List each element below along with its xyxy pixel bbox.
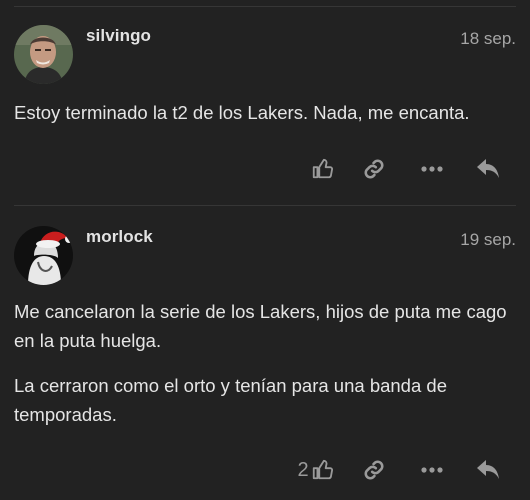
post-actions bbox=[299, 151, 516, 187]
post-morlock: morlock 19 sep. Me cancelaron la serie d… bbox=[0, 205, 530, 500]
username[interactable]: morlock bbox=[86, 227, 153, 247]
more-actions-button[interactable] bbox=[403, 452, 460, 488]
post-paragraph: La cerraron como el orto y tenían para u… bbox=[14, 375, 447, 425]
like-button[interactable] bbox=[299, 151, 345, 187]
more-actions-button[interactable] bbox=[403, 151, 460, 187]
reply-button[interactable] bbox=[460, 151, 516, 187]
man-portrait-avatar bbox=[14, 25, 73, 84]
post-body: Estoy terminado la t2 de los Lakers. Nad… bbox=[14, 98, 508, 127]
reply-button[interactable] bbox=[460, 452, 516, 488]
link-icon bbox=[364, 159, 384, 179]
post-paragraph: Estoy terminado la t2 de los Lakers. Nad… bbox=[14, 102, 470, 123]
post-date[interactable]: 19 sep. bbox=[460, 230, 516, 250]
like-count: 2 bbox=[297, 458, 309, 481]
ellipsis-icon bbox=[420, 166, 443, 172]
like-button[interactable]: 2 bbox=[285, 452, 345, 488]
avatar[interactable] bbox=[14, 226, 73, 285]
thumbs-up-icon bbox=[312, 158, 333, 179]
username[interactable]: silvingo bbox=[86, 26, 151, 46]
reply-arrow-icon bbox=[477, 159, 499, 178]
post-date[interactable]: 18 sep. bbox=[460, 29, 516, 49]
santa-hat-avatar bbox=[14, 226, 73, 285]
avatar[interactable] bbox=[14, 25, 73, 84]
reply-arrow-icon bbox=[477, 460, 499, 479]
thumbs-up-icon bbox=[312, 459, 333, 480]
post-actions: 2 bbox=[285, 452, 516, 488]
post-paragraph: Me cancelaron la serie de los Lakers, hi… bbox=[14, 301, 507, 351]
copy-link-button[interactable] bbox=[345, 151, 403, 187]
post-body: Me cancelaron la serie de los Lakers, hi… bbox=[14, 297, 508, 429]
copy-link-button[interactable] bbox=[345, 452, 403, 488]
ellipsis-icon bbox=[420, 467, 443, 473]
post-silvingo: silvingo 18 sep. Estoy terminado la t2 d… bbox=[0, 0, 530, 204]
link-icon bbox=[364, 460, 384, 480]
